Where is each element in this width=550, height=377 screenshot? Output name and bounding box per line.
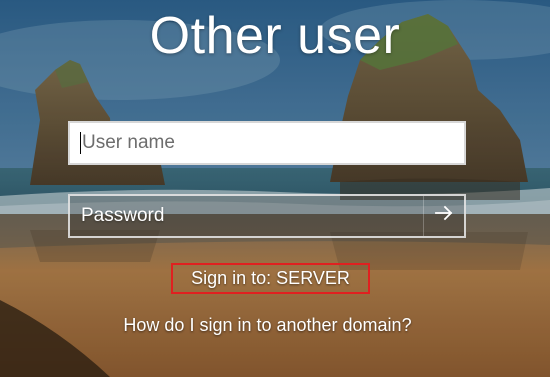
other-domain-help-link[interactable]: How do I sign in to another domain? <box>0 315 535 336</box>
password-field[interactable]: Password <box>68 194 466 238</box>
page-title: Other user <box>149 7 401 65</box>
sign-in-domain-label: Sign in to: SERVER <box>171 263 370 294</box>
submit-button[interactable] <box>423 196 464 236</box>
username-placeholder: User name <box>82 132 175 153</box>
text-cursor <box>80 132 81 154</box>
arrow-right-icon <box>434 204 454 228</box>
username-field[interactable]: User name <box>68 121 466 165</box>
password-placeholder: Password <box>81 205 165 226</box>
